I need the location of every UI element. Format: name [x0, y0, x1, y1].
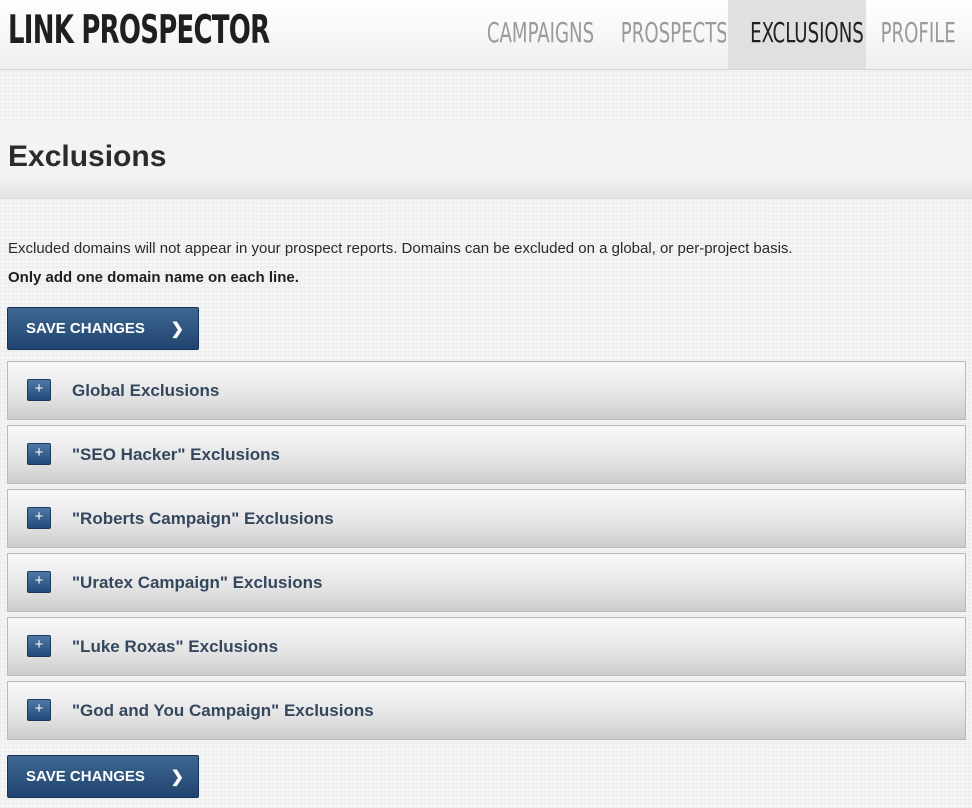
tab-campaigns-label: CAMPAIGNS	[486, 16, 594, 49]
page-title: Exclusions	[8, 140, 167, 173]
save-changes-button-bottom[interactable]: SAVE CHANGES ❯	[7, 755, 199, 798]
save-changes-label: SAVE CHANGES	[26, 320, 145, 337]
expand-plus-icon[interactable]: +	[27, 507, 51, 529]
panel-roberts-campaign-exclusions[interactable]: + "Roberts Campaign" Exclusions	[7, 489, 966, 548]
save-changes-label: SAVE CHANGES	[26, 768, 145, 785]
panel-title: "Luke Roxas" Exclusions	[72, 637, 279, 656]
expand-plus-icon[interactable]: +	[27, 379, 51, 401]
panel-title: "SEO Hacker" Exclusions	[72, 445, 280, 464]
intro-text: Excluded domains will not appear in your…	[8, 240, 793, 257]
panel-title: "God and You Campaign" Exclusions	[72, 701, 374, 720]
top-header: LINK PROSPECTOR CAMPAIGNS PROSPECTS EXCL…	[0, 0, 972, 70]
expand-plus-icon[interactable]: +	[27, 635, 51, 657]
panel-title: "Uratex Campaign" Exclusions	[72, 573, 323, 592]
panel-title: Global Exclusions	[72, 381, 220, 400]
expand-plus-icon[interactable]: +	[27, 443, 51, 465]
tab-campaigns[interactable]: CAMPAIGNS	[466, 0, 594, 69]
panel-god-and-you-campaign-exclusions[interactable]: + "God and You Campaign" Exclusions	[7, 681, 966, 740]
app-logo[interactable]: LINK PROSPECTOR	[8, 6, 270, 56]
expand-plus-icon[interactable]: +	[27, 699, 51, 721]
panel-uratex-campaign-exclusions[interactable]: + "Uratex Campaign" Exclusions	[7, 553, 966, 612]
save-changes-button-top[interactable]: SAVE CHANGES ❯	[7, 307, 199, 350]
panel-seo-hacker-exclusions[interactable]: + "SEO Hacker" Exclusions	[7, 425, 966, 484]
tab-prospects-label: PROSPECTS	[620, 16, 726, 49]
expand-plus-icon[interactable]: +	[27, 571, 51, 593]
tab-prospects[interactable]: PROSPECTS	[600, 0, 726, 69]
tab-profile[interactable]: PROFILE	[866, 0, 966, 69]
chevron-right-icon: ❯	[170, 769, 184, 786]
tab-exclusions[interactable]: EXCLUSIONS	[728, 0, 866, 69]
chevron-right-icon: ❯	[170, 321, 184, 338]
tab-profile-label: PROFILE	[880, 16, 956, 49]
panel-title: "Roberts Campaign" Exclusions	[72, 509, 334, 528]
panel-luke-roxas-exclusions[interactable]: + "Luke Roxas" Exclusions	[7, 617, 966, 676]
panel-global-exclusions[interactable]: + Global Exclusions	[7, 361, 966, 420]
instruction-note: Only add one domain name on each line.	[8, 269, 299, 286]
tab-exclusions-label: EXCLUSIONS	[750, 16, 864, 49]
